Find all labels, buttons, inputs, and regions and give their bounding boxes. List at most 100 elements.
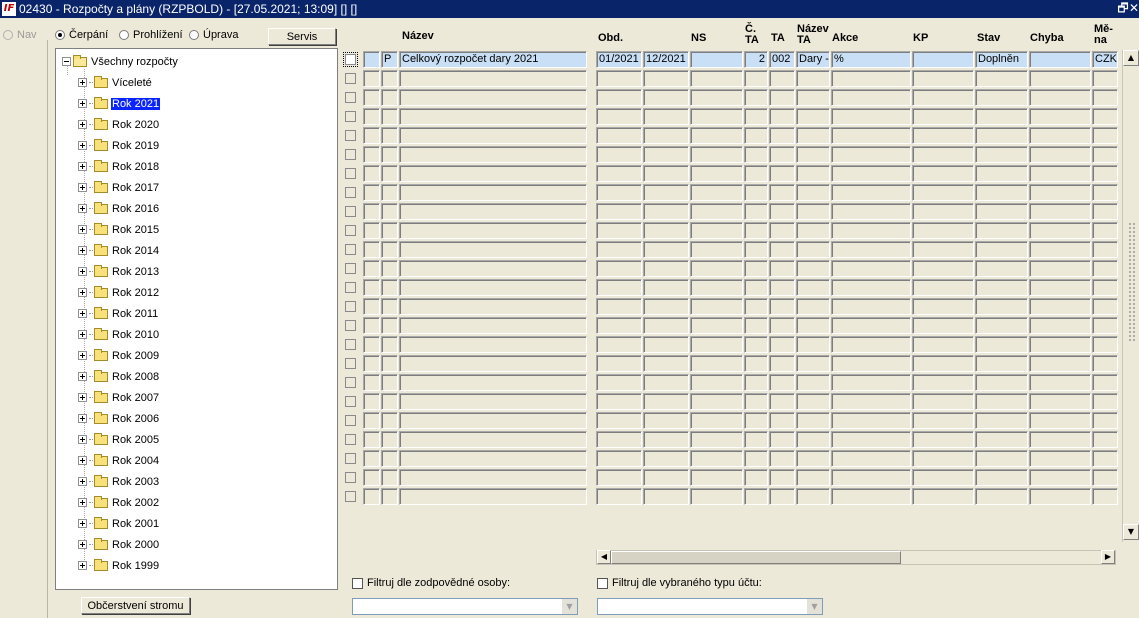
expand-icon[interactable] (78, 288, 87, 297)
grid-cell-nazev-ta[interactable] (796, 317, 830, 334)
grid-cell-obd-od[interactable] (596, 450, 642, 467)
grid-cell-obd-do[interactable] (643, 70, 689, 87)
tree-item[interactable]: Rok 2009 (78, 347, 160, 364)
grid-cell-obd-od[interactable] (596, 127, 642, 144)
grid-cell-nazev[interactable] (399, 469, 587, 486)
grid-cell-mena[interactable] (1092, 108, 1118, 125)
grid-cell-kp[interactable] (912, 203, 974, 220)
expand-icon[interactable] (78, 393, 87, 402)
grid-cell-chyba[interactable] (1029, 336, 1091, 353)
row-select-checkbox[interactable] (345, 358, 356, 369)
grid-cell-obd-od[interactable] (596, 108, 642, 125)
grid-cell-nazev-ta[interactable]: Dary - (796, 51, 830, 68)
grid-cell-kp[interactable] (912, 279, 974, 296)
tree-item[interactable]: Rok 2015 (78, 221, 160, 238)
grid-cell-ns[interactable] (690, 70, 743, 87)
grid-cell-c-ta[interactable] (744, 279, 768, 296)
grid-cell-nazev-ta[interactable] (796, 241, 830, 258)
grid-cell-typ[interactable] (381, 108, 398, 125)
grid-cell-obd-do[interactable] (643, 412, 689, 429)
grid-cell-nazev[interactable] (399, 450, 587, 467)
grid-cell-c-ta[interactable] (744, 165, 768, 182)
grid-cell-c-ta[interactable] (744, 317, 768, 334)
grid-cell-stav[interactable] (975, 336, 1028, 353)
expand-icon[interactable] (78, 477, 87, 486)
grid-cell-flag2[interactable] (363, 336, 380, 353)
grid-cell-mena[interactable] (1092, 336, 1118, 353)
grid-cell-chyba[interactable] (1029, 165, 1091, 182)
grid-cell-chyba[interactable] (1029, 51, 1091, 68)
grid-cell-mena[interactable] (1092, 70, 1118, 87)
grid-cell-chyba[interactable] (1029, 108, 1091, 125)
grid-cell-obd-od[interactable] (596, 355, 642, 372)
grid-cell-ns[interactable] (690, 165, 743, 182)
column-header-akce[interactable]: Akce (832, 33, 858, 44)
column-header-ta[interactable]: TA (771, 33, 785, 44)
grid-cell-obd-do[interactable] (643, 222, 689, 239)
grid-cell-nazev-ta[interactable] (796, 298, 830, 315)
tree-item[interactable]: Rok 2013 (78, 263, 160, 280)
expand-icon[interactable] (78, 120, 87, 129)
grid-cell-kp[interactable] (912, 469, 974, 486)
tree-item[interactable]: Rok 2008 (78, 368, 160, 385)
grid-cell-c-ta[interactable] (744, 412, 768, 429)
scroll-left-icon[interactable]: ◀ (597, 550, 611, 564)
grid-cell-stav[interactable] (975, 165, 1028, 182)
grid-cell-c-ta[interactable] (744, 89, 768, 106)
grid-cell-typ[interactable] (381, 70, 398, 87)
grid-cell-flag2[interactable] (363, 146, 380, 163)
grid-cell-obd-od[interactable] (596, 222, 642, 239)
grid-cell-kp[interactable] (912, 450, 974, 467)
grid-cell-stav[interactable] (975, 241, 1028, 258)
grid-cell-stav[interactable] (975, 355, 1028, 372)
grid-cell-nazev[interactable] (399, 260, 587, 277)
grid-cell-nazev-ta[interactable] (796, 431, 830, 448)
grid-cell-mena[interactable] (1092, 412, 1118, 429)
grid-cell-flag2[interactable] (363, 317, 380, 334)
scroll-right-icon[interactable]: ▶ (1101, 550, 1115, 564)
grid-cell-ns[interactable] (690, 355, 743, 372)
filter-person-toggle[interactable]: Filtruj dle zodpovědné osoby: (352, 577, 510, 589)
expand-icon[interactable] (78, 225, 87, 234)
tree-root[interactable]: Všechny rozpočty (62, 53, 179, 70)
nav-radio[interactable] (3, 30, 13, 40)
tree-item[interactable]: Rok 2002 (78, 494, 160, 511)
grid-cell-typ[interactable] (381, 374, 398, 391)
grid-cell-ns[interactable] (690, 469, 743, 486)
grid-cell-nazev-ta[interactable] (796, 412, 830, 429)
grid-cell-ns[interactable] (690, 203, 743, 220)
grid-cell-c-ta[interactable] (744, 203, 768, 220)
grid-cell-obd-od[interactable] (596, 317, 642, 334)
row-select-checkbox[interactable] (345, 339, 356, 350)
grid-cell-akce[interactable] (831, 184, 911, 201)
expand-icon[interactable] (78, 540, 87, 549)
grid-cell-stav[interactable] (975, 203, 1028, 220)
grid-cell-obd-od[interactable] (596, 70, 642, 87)
mode-radio-uprava[interactable]: Úprava (189, 29, 238, 41)
grid-cell-nazev[interactable] (399, 431, 587, 448)
grid-cell-ta[interactable] (769, 298, 795, 315)
grid-cell-stav[interactable] (975, 146, 1028, 163)
grid-cell-obd-od[interactable] (596, 203, 642, 220)
grid-cell-ns[interactable] (690, 298, 743, 315)
grid-cell-akce[interactable] (831, 355, 911, 372)
grid-cell-flag2[interactable] (363, 127, 380, 144)
grid-cell-typ[interactable] (381, 469, 398, 486)
row-select-checkbox[interactable] (345, 415, 356, 426)
grid-cell-mena[interactable] (1092, 222, 1118, 239)
grid-cell-c-ta[interactable] (744, 469, 768, 486)
grid-cell-nazev-ta[interactable] (796, 184, 830, 201)
resize-grip[interactable] (1128, 222, 1136, 342)
grid-cell-chyba[interactable] (1029, 146, 1091, 163)
grid-cell-chyba[interactable] (1029, 298, 1091, 315)
grid-cell-akce[interactable] (831, 469, 911, 486)
grid-cell-flag2[interactable] (363, 70, 380, 87)
grid-cell-stav[interactable] (975, 184, 1028, 201)
row-select-checkbox[interactable] (345, 187, 356, 198)
grid-cell-akce[interactable] (831, 336, 911, 353)
grid-cell-ns[interactable] (690, 241, 743, 258)
grid-cell-chyba[interactable] (1029, 393, 1091, 410)
grid-cell-mena[interactable] (1092, 260, 1118, 277)
grid-cell-nazev-ta[interactable] (796, 279, 830, 296)
grid-cell-ns[interactable] (690, 184, 743, 201)
